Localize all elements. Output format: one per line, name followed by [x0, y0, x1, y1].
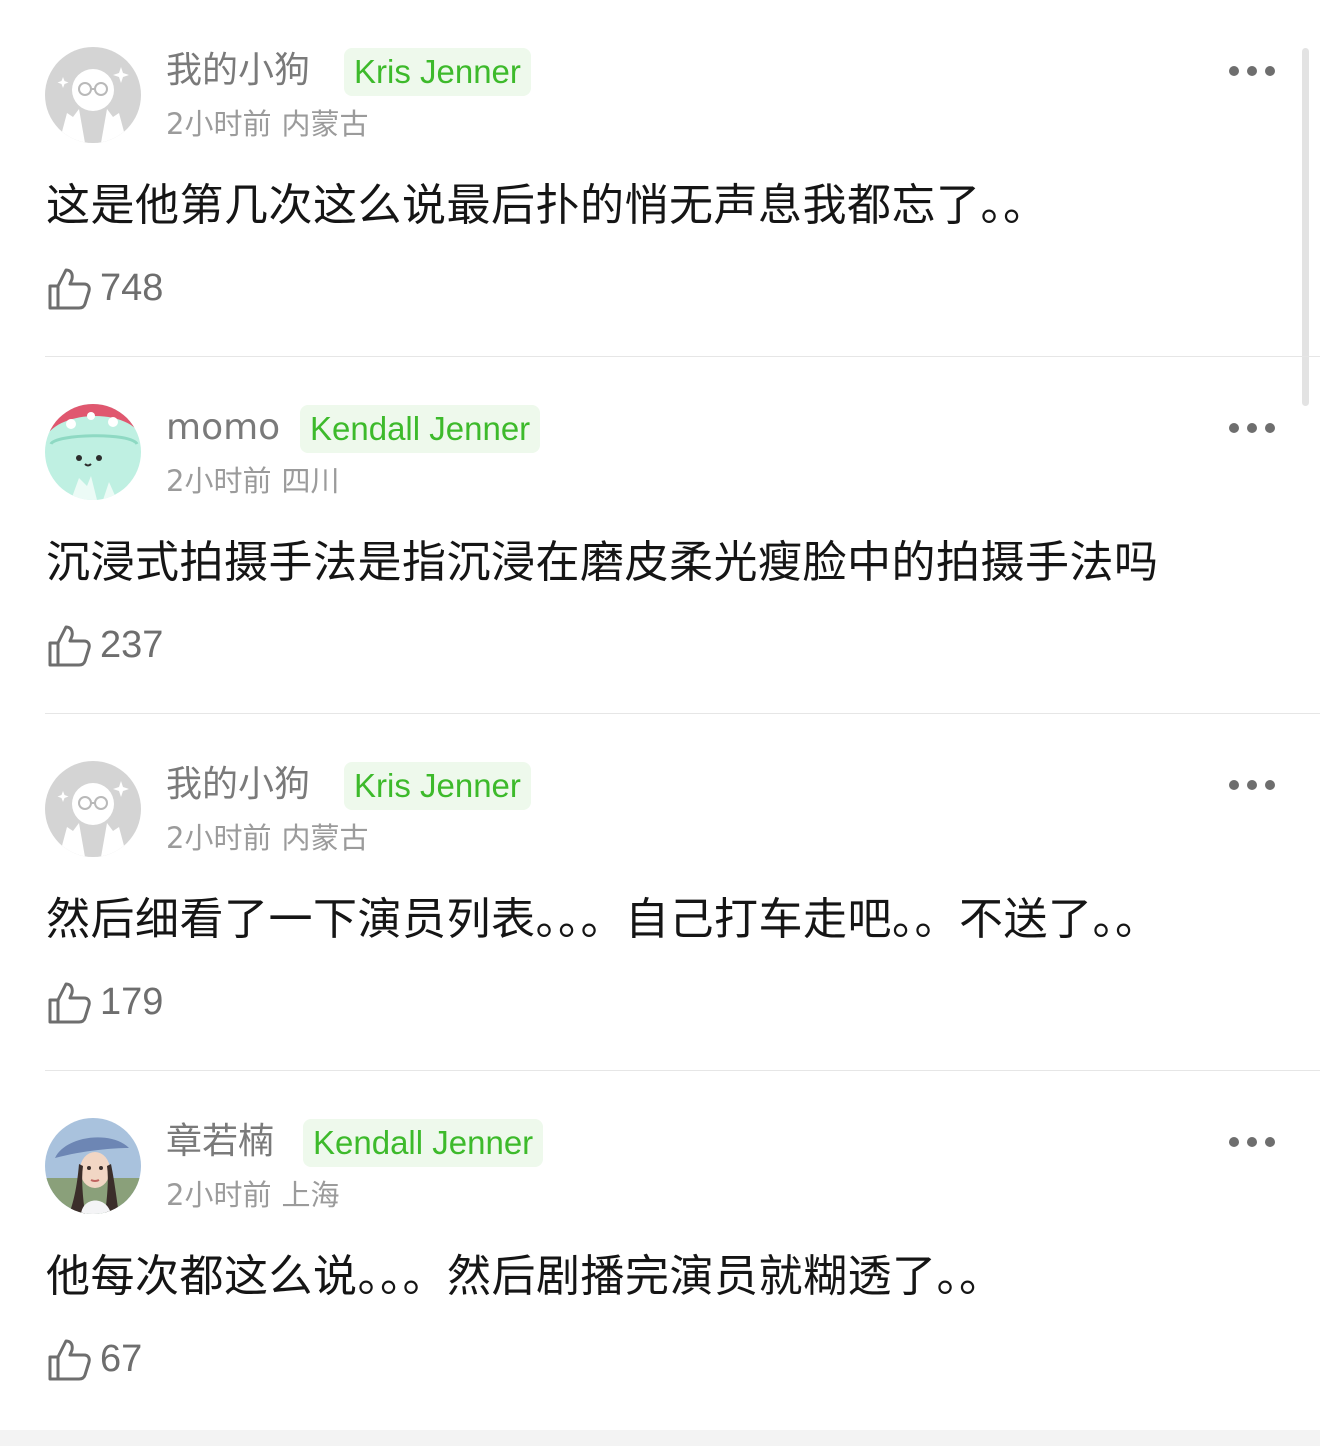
comment-meta: 2小时前 上海	[166, 1175, 339, 1215]
avatar[interactable]	[45, 47, 141, 143]
comment-item: 我的小狗 Kris Jenner 2小时前 内蒙古 这是他第几次这么说最后扑的悄无…	[0, 0, 1320, 357]
comment-time: 2小时前	[166, 1178, 272, 1212]
like-count: 748	[100, 267, 164, 309]
user-tag: Kris Jenner	[344, 48, 531, 96]
comment-meta: 2小时前 内蒙古	[166, 818, 368, 858]
comment-text: 沉浸式拍摄手法是指沉浸在磨皮柔光瘦脸中的拍摄手法吗	[46, 537, 1159, 588]
comment-location: 内蒙古	[281, 107, 369, 141]
avatar[interactable]	[45, 761, 141, 857]
comment-text: 他每次都这么说。。。然后剧播完演员就糊透了。。	[46, 1251, 1004, 1302]
username[interactable]: 我的小狗	[166, 46, 310, 96]
avatar[interactable]	[45, 1118, 141, 1214]
comment-time: 2小时前	[166, 464, 272, 498]
like-count: 237	[100, 624, 164, 666]
bottom-band	[0, 1430, 1320, 1446]
comment-meta: 2小时前 四川	[166, 461, 339, 501]
thumbs-up-icon	[48, 268, 91, 310]
like-count: 179	[100, 981, 164, 1023]
username[interactable]: 我的小狗	[166, 760, 310, 810]
user-tag: Kendall Jenner	[300, 405, 541, 453]
comment-item: 章若楠 Kendall Jenner 2小时前 上海 他每次都这么说。。。然后剧播…	[0, 1071, 1320, 1428]
username[interactable]: momo	[166, 403, 280, 453]
comment-text: 这是他第几次这么说最后扑的悄无声息我都忘了。。	[46, 180, 1048, 231]
more-dots-icon[interactable]	[1224, 1129, 1280, 1155]
comment-text: 然后细看了一下演员列表。。。自己打车走吧。。不送了。。	[46, 894, 1160, 945]
avatar[interactable]	[45, 404, 141, 500]
comment-time: 2小时前	[166, 107, 272, 141]
comment-location: 四川	[281, 464, 340, 498]
thumbs-up-icon	[48, 625, 91, 667]
user-tag: Kris Jenner	[344, 762, 531, 810]
comment-item: momo Kendall Jenner 2小时前 四川 沉浸式拍摄手法是指沉浸在磨…	[0, 357, 1320, 714]
comment-item: 我的小狗 Kris Jenner 2小时前 内蒙古 然后细看了一下演员列表。。。自…	[0, 714, 1320, 1071]
comment-meta: 2小时前 内蒙古	[166, 104, 368, 144]
more-dots-icon[interactable]	[1224, 772, 1280, 798]
more-dots-icon[interactable]	[1224, 58, 1280, 84]
user-tag: Kendall Jenner	[303, 1119, 544, 1167]
thumbs-up-icon	[48, 982, 91, 1024]
thumbs-up-icon	[48, 1339, 91, 1381]
comment-location: 上海	[281, 1178, 340, 1212]
comment-location: 内蒙古	[281, 821, 369, 855]
like-count: 67	[100, 1338, 143, 1380]
more-dots-icon[interactable]	[1224, 415, 1280, 441]
comment-time: 2小时前	[166, 821, 272, 855]
username[interactable]: 章若楠	[166, 1117, 274, 1167]
